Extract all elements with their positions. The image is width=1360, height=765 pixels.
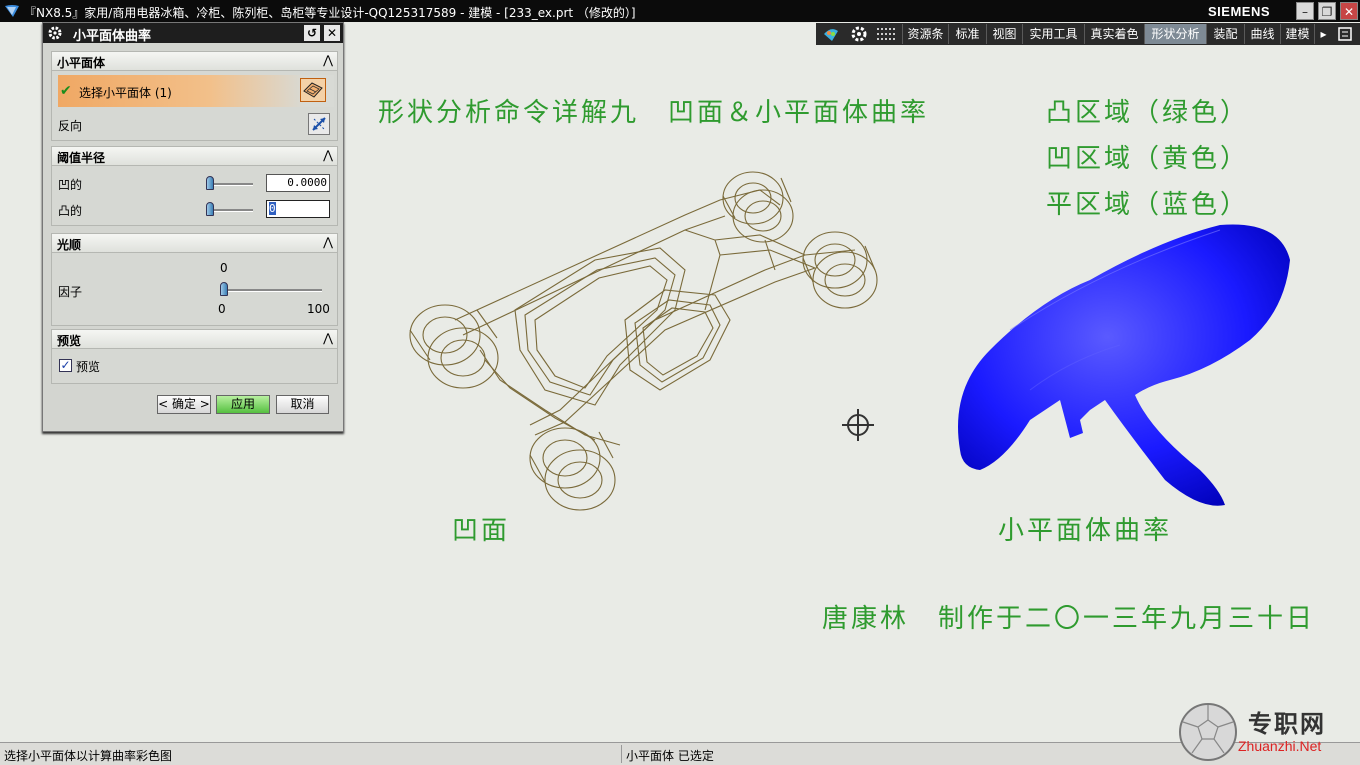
- select-facet-body-row[interactable]: ✔ 选择小平面体 (1): [58, 75, 334, 107]
- ok-button[interactable]: < 确定 >: [157, 395, 211, 414]
- window-title: 『NX8.5』家用/商用电器冰箱、冷柜、陈列柜、岛柜等专业设计-QQ125317…: [24, 6, 636, 20]
- facet-body-model[interactable]: [950, 220, 1295, 515]
- watermark-text-en: Zhuanzhi.Net: [1238, 738, 1322, 754]
- title-bar: 『NX8.5』家用/商用电器冰箱、冷柜、陈列柜、岛柜等专业设计-QQ125317…: [0, 0, 1360, 22]
- collapse-icon[interactable]: ⋀: [323, 331, 333, 345]
- toolbar-options-icon[interactable]: [1336, 25, 1354, 43]
- crosshair-cursor-icon: [842, 409, 874, 441]
- group-title: 光顺: [57, 238, 82, 252]
- watermark: 专职网 Zhuanzhi.Net: [1178, 700, 1358, 764]
- grid-icon[interactable]: [876, 25, 898, 43]
- threshold-radius-group-header[interactable]: 阈值半径 ⋀: [51, 146, 338, 166]
- collapse-icon[interactable]: ⋀: [323, 235, 333, 249]
- nx-logo-icon: [5, 5, 19, 17]
- preview-checkbox[interactable]: ✓: [59, 359, 72, 372]
- concave-label: 凹的: [58, 178, 83, 192]
- factor-min-label: 0: [218, 302, 226, 316]
- factor-current-value: 0: [220, 261, 228, 275]
- concave-value-input[interactable]: 0.0000: [266, 174, 330, 192]
- preview-label: 预览: [76, 360, 101, 374]
- right-model-caption: 小平面体曲率: [998, 516, 1173, 546]
- concave-slider-track[interactable]: [209, 183, 253, 186]
- facet-body-group-header[interactable]: 小平面体 ⋀: [51, 51, 338, 71]
- collapse-icon[interactable]: ⋀: [323, 53, 333, 67]
- status-separator: [621, 745, 622, 763]
- factor-max-label: 100: [307, 302, 330, 316]
- toolbar-item-utilities[interactable]: 实用工具: [1022, 24, 1084, 44]
- author-credit: 唐康林 制作于二〇一三年九月三十日: [822, 604, 1316, 634]
- apply-button[interactable]: 应用: [216, 395, 270, 414]
- toolbar-item-curve[interactable]: 曲线: [1244, 24, 1280, 44]
- facet-body-curvature-dialog: 小平面体曲率 ↺ ✕ 小平面体 ⋀ ✔ 选择小平面体 (1) 反向 阈值半径 ⋀…: [42, 22, 344, 432]
- select-facet-body-label: 选择小平面体 (1): [79, 86, 172, 100]
- facet-body-group: ✔ 选择小平面体 (1) 反向: [51, 71, 338, 141]
- status-bar: 选择小平面体以计算曲率彩色图 小平面体 已选定: [0, 742, 1360, 765]
- status-prompt: 选择小平面体以计算曲率彩色图: [4, 749, 173, 763]
- reverse-direction-icon: [312, 117, 326, 131]
- legend-concave: 凹区域（黄色）: [1046, 144, 1250, 174]
- convex-value-text: 0: [269, 202, 276, 215]
- close-window-button[interactable]: ✕: [1340, 2, 1358, 20]
- group-title: 小平面体: [57, 56, 106, 70]
- convex-label: 凸的: [58, 204, 83, 218]
- dialog-title: 小平面体曲率: [73, 29, 152, 44]
- convex-slider-handle[interactable]: [206, 202, 214, 216]
- factor-slider-track[interactable]: [224, 289, 322, 292]
- legend-convex: 凸区域（绿色）: [1046, 98, 1250, 128]
- concave-slider-handle[interactable]: [206, 176, 214, 190]
- status-info: 小平面体 已选定: [626, 749, 714, 763]
- reverse-label: 反向: [58, 119, 83, 133]
- toolbar-item-standard[interactable]: 标准: [948, 24, 986, 44]
- toolbar-item-modeling[interactable]: 建模: [1280, 24, 1314, 44]
- preview-group-header[interactable]: 预览 ⋀: [51, 329, 338, 349]
- left-model-caption: 凹面: [452, 516, 511, 546]
- dialog-settings-icon[interactable]: [47, 25, 63, 41]
- tutorial-title: 形状分析命令详解九 凹面＆小平面体曲率: [378, 98, 930, 128]
- toolbar-item-view[interactable]: 视图: [986, 24, 1022, 44]
- minimize-button[interactable]: –: [1296, 2, 1314, 20]
- convex-slider-track[interactable]: [209, 209, 253, 212]
- preview-group: ✓ 预览: [51, 349, 338, 384]
- toolbar-more-button[interactable]: ▸: [1314, 24, 1332, 44]
- factor-label: 因子: [58, 285, 83, 299]
- convex-value-input[interactable]: 0: [266, 200, 330, 218]
- restore-button[interactable]: ❐: [1318, 2, 1336, 20]
- group-title: 预览: [57, 334, 82, 348]
- legend-flat: 平区域（蓝色）: [1046, 190, 1250, 220]
- smoothing-group-header[interactable]: 光顺 ⋀: [51, 233, 338, 253]
- cancel-button[interactable]: 取消: [276, 395, 329, 414]
- watermark-ball-icon: [1179, 703, 1237, 761]
- facet-body-icon: [303, 82, 323, 98]
- toolbar-item-shape-analysis[interactable]: 形状分析: [1144, 24, 1206, 44]
- collapse-icon[interactable]: ⋀: [323, 148, 333, 162]
- toolbar-item-assembly[interactable]: 装配: [1206, 24, 1244, 44]
- wireframe-concave-model[interactable]: [385, 160, 885, 530]
- reverse-direction-button[interactable]: [308, 113, 330, 135]
- smoothing-group: 0 因子 0 100: [51, 253, 338, 326]
- facet-body-selector-button[interactable]: [300, 78, 326, 102]
- dialog-header: 小平面体曲率 ↺ ✕: [43, 23, 343, 44]
- watermark-text-cn: 专职网: [1248, 710, 1326, 738]
- dialog-close-icon[interactable]: ✕: [324, 25, 340, 41]
- gear-icon[interactable]: [850, 25, 868, 43]
- reset-icon[interactable]: ↺: [304, 25, 320, 41]
- resource-toolbar: 资源条 标准 视图 实用工具 真实着色 形状分析 装配 曲线 建模 ▸: [816, 23, 1360, 45]
- group-title: 阈值半径: [57, 151, 106, 165]
- factor-slider-handle[interactable]: [220, 282, 228, 296]
- checkmark-icon: ✔: [60, 83, 72, 99]
- color-palette-icon[interactable]: [822, 25, 840, 43]
- toolbar-item-resource-bar[interactable]: 资源条: [902, 24, 948, 44]
- threshold-radius-group: 凹的 0.0000 凸的 0: [51, 166, 338, 226]
- toolbar-item-true-shading[interactable]: 真实着色: [1084, 24, 1144, 44]
- siemens-brand: SIEMENS: [1208, 4, 1271, 19]
